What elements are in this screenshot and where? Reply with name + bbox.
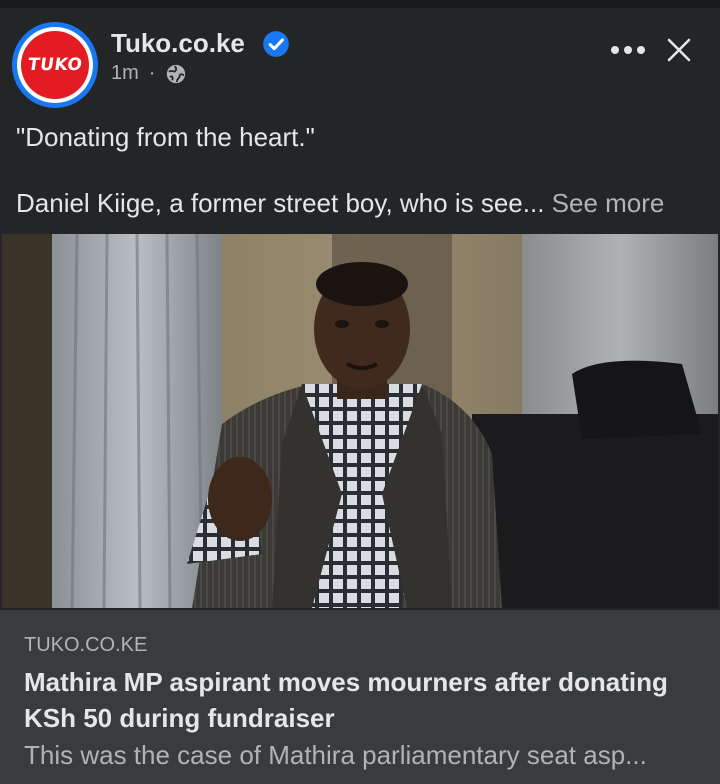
close-button[interactable]: [658, 30, 700, 70]
link-title[interactable]: Mathira MP aspirant moves mourners after…: [24, 664, 704, 736]
more-options-button[interactable]: [606, 30, 650, 70]
link-description: This was the case of Mathira parliamenta…: [24, 740, 647, 770]
link-preview-card[interactable]: TUKO.CO.KE Mathira MP aspirant moves mou…: [0, 610, 720, 784]
avatar-border: TUKO: [17, 27, 93, 103]
post-photo[interactable]: [2, 234, 718, 608]
avatar[interactable]: TUKO: [12, 22, 98, 108]
more-dots-icon: [611, 46, 645, 54]
globe-icon[interactable]: [165, 63, 187, 85]
caption-truncated-text: Daniel Kiige, a former street boy, who i…: [16, 188, 545, 218]
post-meta: 1m ·: [111, 62, 187, 85]
top-divider: [0, 0, 720, 8]
meta-separator: ·: [148, 62, 156, 84]
close-icon: [667, 38, 691, 62]
photo-image: [2, 234, 718, 608]
logo-text: TUKO: [26, 55, 84, 75]
post-header: TUKO Tuko.co.ke 1m ·: [0, 8, 720, 112]
link-domain: TUKO.CO.KE: [24, 634, 148, 656]
post-timestamp[interactable]: 1m: [111, 62, 139, 85]
page-name-link[interactable]: Tuko.co.ke: [111, 28, 245, 59]
verified-badge-icon: [263, 31, 289, 57]
see-more-link[interactable]: See more: [552, 188, 665, 218]
post-caption-quote: "Donating from the heart.": [16, 122, 315, 152]
tuko-logo: TUKO: [21, 31, 89, 99]
post-caption-text: Daniel Kiige, a former street boy, who i…: [16, 188, 664, 219]
